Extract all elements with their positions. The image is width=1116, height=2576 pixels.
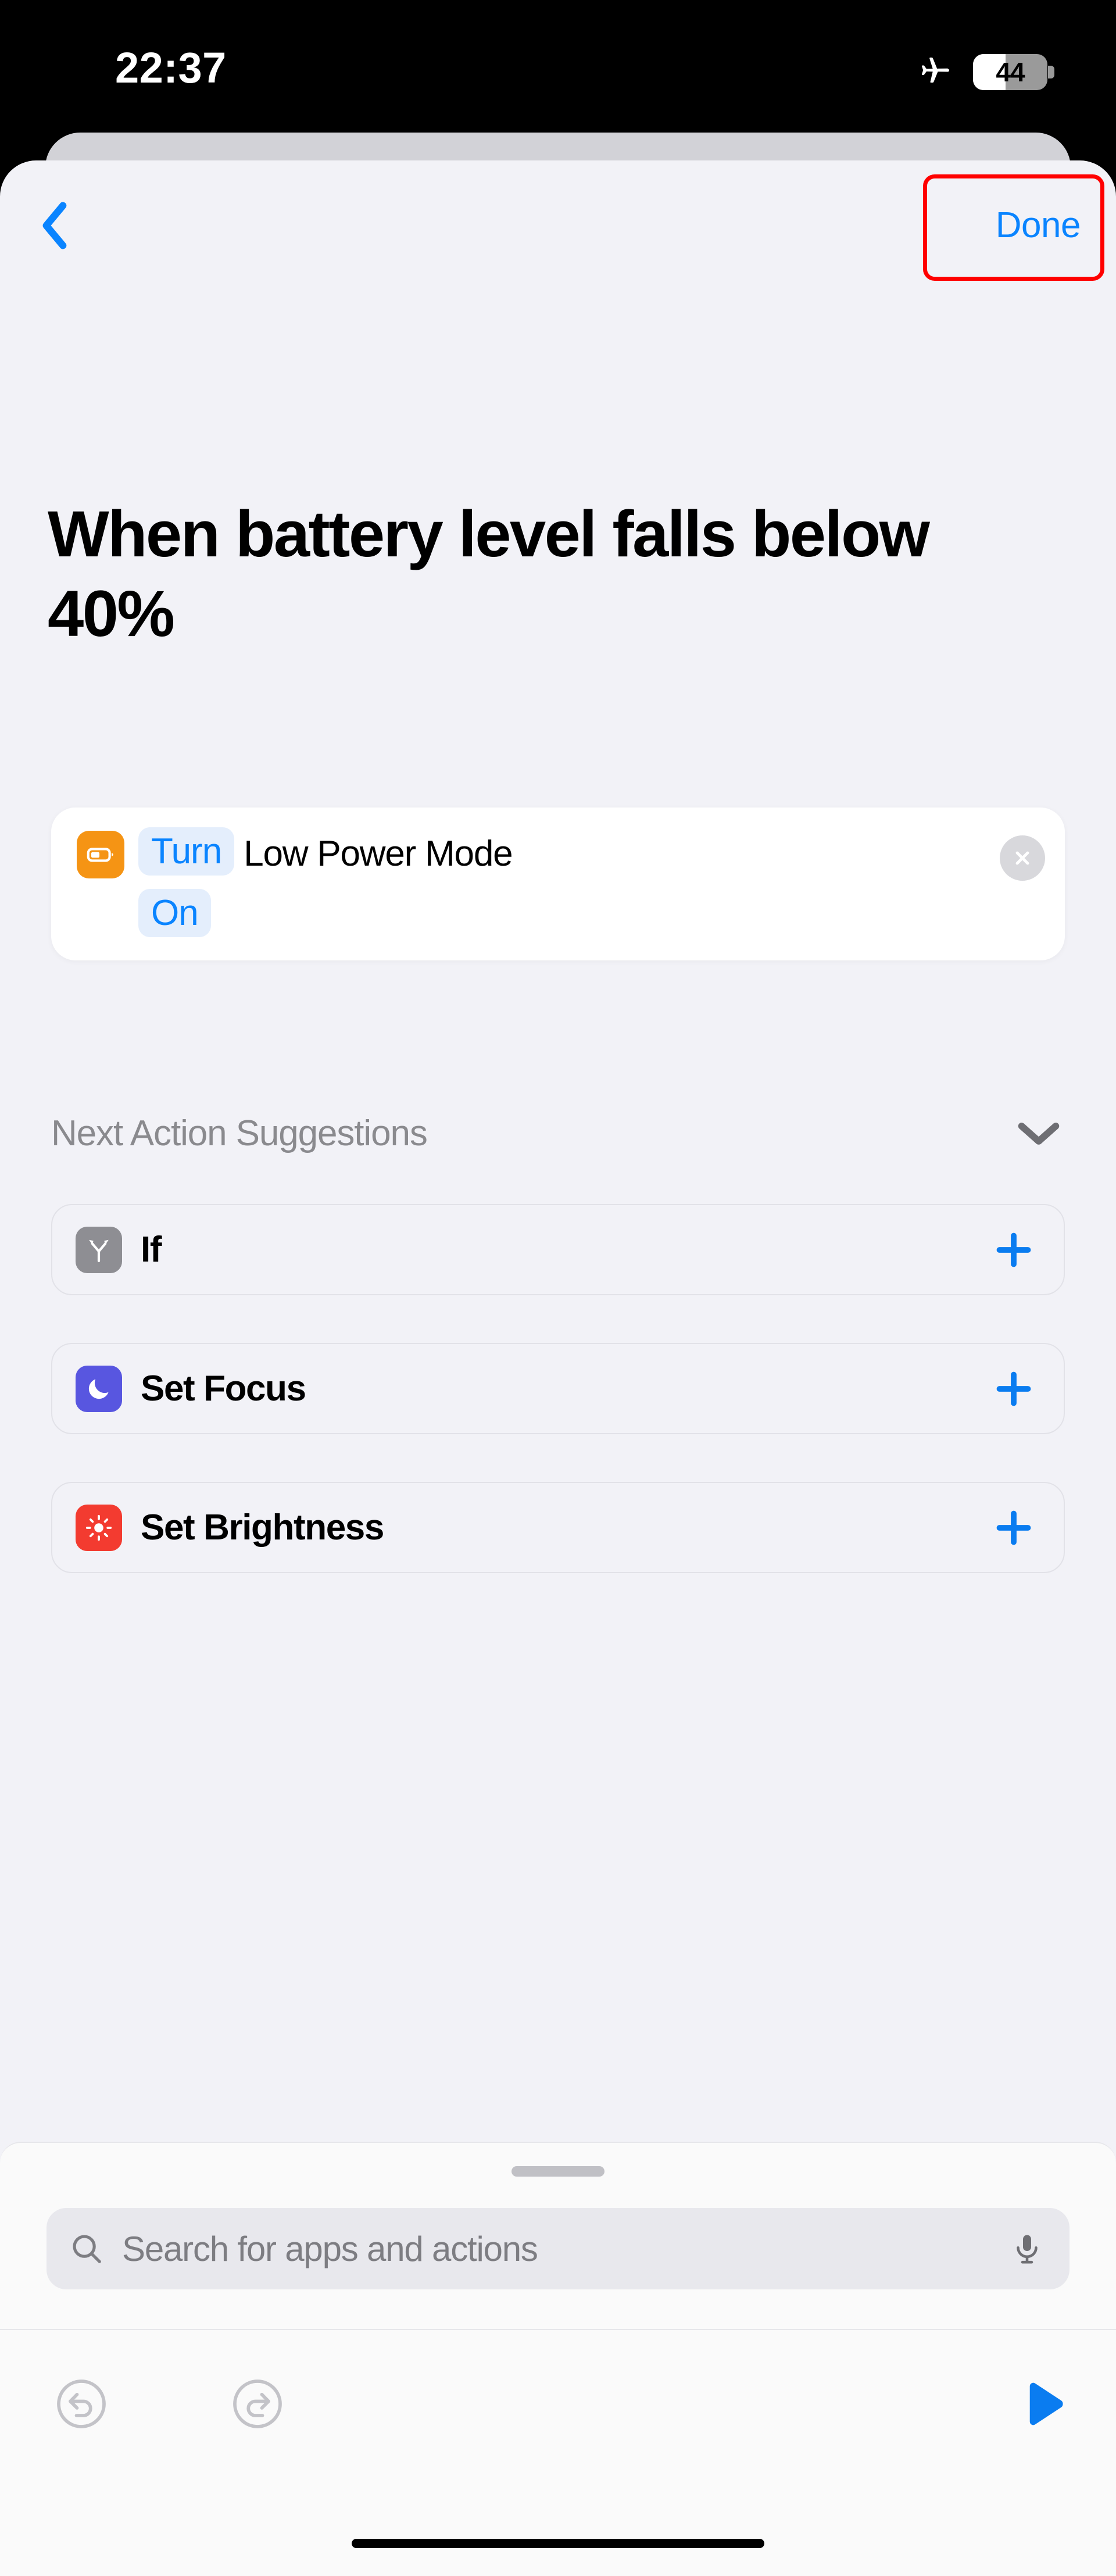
suggestions-title: Next Action Suggestions	[51, 1113, 428, 1153]
action-row: Turn Low Power Mode On	[77, 827, 1045, 937]
plus-icon[interactable]	[989, 1503, 1038, 1552]
suggestion-row[interactable]: Set Brightness	[51, 1482, 1065, 1573]
battery-indicator: 44	[973, 53, 1054, 90]
undo-icon[interactable]	[44, 2366, 119, 2442]
suggestion-row[interactable]: Set Focus	[51, 1343, 1065, 1434]
airplane-mode-icon	[914, 51, 952, 92]
editor-toolbar	[0, 2329, 1116, 2486]
battery-cap	[1048, 65, 1054, 78]
suggestion-list: If Set Focus Set Brightness	[51, 1204, 1065, 1621]
close-icon[interactable]	[1000, 835, 1045, 881]
next-action-suggestions-header[interactable]: Next Action Suggestions	[51, 1113, 1065, 1154]
search-icon	[69, 2231, 105, 2267]
suggestion-label: Set Brightness	[141, 1507, 384, 1548]
bottom-panel: Search for apps and actions	[0, 2142, 1116, 2576]
moon-icon	[76, 1365, 122, 1412]
battery-icon	[77, 831, 124, 878]
navigation-bar: Done	[0, 160, 1116, 277]
action-second-line: On	[77, 888, 972, 937]
branch-icon	[76, 1226, 122, 1273]
microphone-icon[interactable]	[1010, 2232, 1044, 2266]
phone-screen: 22:37 44 Done When battery level falls b…	[0, 0, 1116, 2576]
done-button[interactable]: Done	[976, 193, 1100, 258]
action-token-turn[interactable]: Turn	[138, 827, 235, 876]
page-title: When battery level falls below 40%	[48, 498, 930, 650]
search-bar[interactable]: Search for apps and actions	[46, 2208, 1070, 2289]
status-bar: 22:37 44	[0, 0, 1116, 140]
back-button[interactable]	[16, 191, 92, 260]
run-button[interactable]	[1006, 2366, 1081, 2442]
suggestion-label: Set Focus	[141, 1369, 306, 1409]
action-card[interactable]: Turn Low Power Mode On	[51, 808, 1065, 960]
status-bar-time: 22:37	[115, 44, 227, 92]
action-text-label: Low Power Mode	[244, 834, 513, 874]
status-bar-indicators: 44	[914, 51, 1054, 92]
suggestion-label: If	[141, 1230, 162, 1270]
search-input[interactable]: Search for apps and actions	[122, 2229, 1010, 2269]
brightness-icon	[76, 1504, 122, 1551]
redo-icon[interactable]	[220, 2366, 295, 2442]
chevron-down-icon[interactable]	[1013, 1113, 1065, 1154]
home-indicator	[352, 2539, 764, 2548]
automation-sheet: Done When battery level falls below 40% …	[0, 160, 1116, 2576]
suggestion-row[interactable]: If	[51, 1204, 1065, 1295]
chevron-left-icon	[42, 202, 67, 249]
plus-icon[interactable]	[989, 1226, 1038, 1274]
play-icon	[1029, 2382, 1063, 2425]
sheet-grabber-handle[interactable]	[512, 2166, 604, 2177]
plus-icon[interactable]	[989, 1364, 1038, 1413]
battery-percent-label: 44	[996, 56, 1025, 87]
action-token-state[interactable]: On	[138, 888, 211, 937]
